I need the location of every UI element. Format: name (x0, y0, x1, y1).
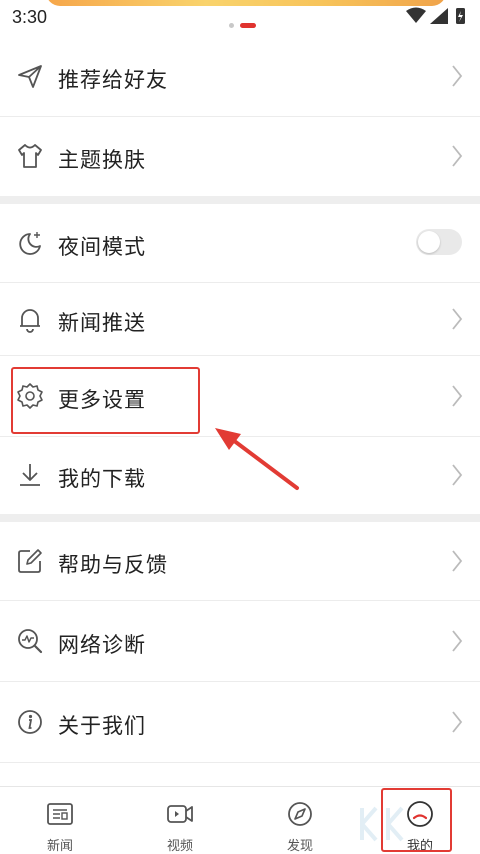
signal-icon (430, 8, 448, 24)
tab-video[interactable]: 视频 (120, 787, 240, 854)
info-icon (18, 710, 42, 734)
status-time: 3:30 (12, 7, 48, 27)
divider (0, 762, 480, 763)
chevron-right-icon (452, 630, 463, 652)
watermark-logo (360, 806, 404, 842)
menu-item-night-mode[interactable]: 夜间模式 (0, 204, 480, 282)
page-indicator (229, 22, 259, 28)
chevron-right-icon (452, 464, 463, 486)
menu-item-help-feedback[interactable]: 帮助与反馈 (0, 522, 480, 600)
send-icon (18, 65, 42, 88)
network-diagnosis-icon (18, 629, 43, 654)
section-separator (0, 196, 480, 204)
discover-icon (288, 802, 312, 826)
chevron-right-icon (452, 385, 463, 407)
annotation-arrow (215, 428, 299, 490)
banner-edge (46, 0, 446, 6)
menu-item-news-push[interactable]: 新闻推送 (0, 283, 480, 355)
wifi-icon (406, 7, 426, 23)
section-separator (0, 514, 480, 522)
shirt-icon (18, 144, 42, 168)
news-icon (47, 803, 73, 825)
menu-item-recommend[interactable]: 推荐给好友 (0, 36, 480, 116)
tab-label: 新闻 (46, 838, 73, 853)
chevron-right-icon (452, 65, 463, 87)
annotation-highlight-box (11, 367, 200, 434)
download-icon (20, 464, 40, 486)
menu-label: 推荐给好友 (58, 69, 168, 92)
menu-label: 新闻推送 (58, 312, 146, 335)
tab-news[interactable]: 新闻 (0, 787, 120, 854)
night-mode-toggle[interactable] (416, 229, 462, 255)
menu-label: 我的下载 (58, 468, 146, 491)
menu-label: 关于我们 (58, 715, 146, 738)
moon-icon (19, 232, 41, 255)
tab-label: 视频 (166, 838, 193, 853)
tab-label: 发现 (286, 838, 313, 853)
chevron-right-icon (452, 711, 463, 733)
status-icons (406, 7, 465, 24)
menu-item-network-diagnosis[interactable]: 网络诊断 (0, 601, 480, 681)
chevron-right-icon (452, 145, 463, 167)
edit-icon (18, 549, 42, 573)
menu-item-about[interactable]: 关于我们 (0, 682, 480, 762)
menu-label: 主题换肤 (58, 149, 146, 172)
toggle-knob (418, 231, 440, 253)
video-icon (167, 805, 193, 823)
menu-label: 帮助与反馈 (58, 554, 168, 577)
menu-label: 夜间模式 (58, 236, 146, 259)
menu-item-theme[interactable]: 主题换肤 (0, 117, 480, 196)
bell-icon (20, 309, 40, 333)
menu-label: 网络诊断 (58, 634, 146, 657)
chevron-right-icon (452, 550, 463, 572)
tab-discover[interactable]: 发现 (240, 787, 360, 854)
status-bar: 3:30 (0, 0, 480, 34)
chevron-right-icon (452, 308, 463, 330)
